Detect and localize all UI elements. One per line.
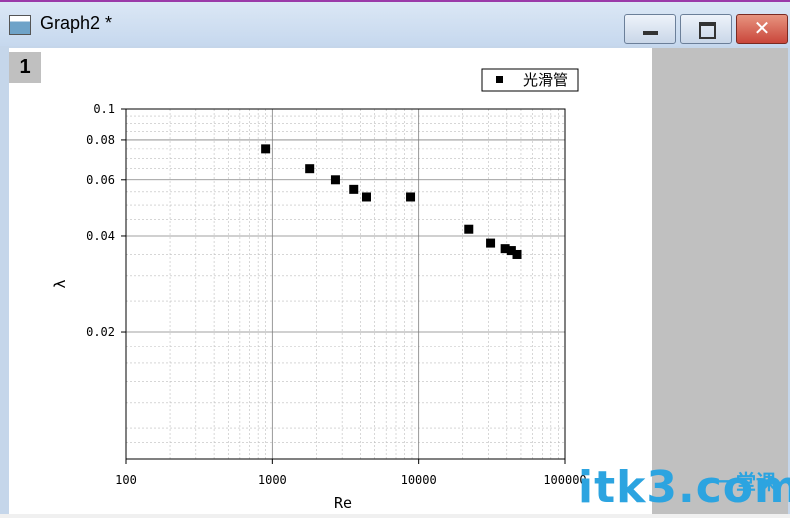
maximize-button[interactable] — [680, 14, 732, 44]
watermark-cn-text: 一堂课 — [716, 470, 776, 494]
y-tick-label: 0.08 — [86, 133, 115, 147]
x-tick-label: 100 — [115, 473, 137, 487]
data-point — [512, 249, 522, 259]
data-point — [261, 144, 271, 154]
close-icon: ✕ — [753, 16, 771, 40]
plot-frame — [125, 108, 566, 460]
graph-window: Graph2 * ✕ 100 1000 10000 100000 0.02 0.04 0.… — [0, 0, 790, 514]
y-tick-label: 0.1 — [93, 102, 115, 116]
minimize-button[interactable] — [624, 14, 676, 44]
scatter-chart[interactable]: 100 1000 10000 100000 0.020.040.060.080.1 R… — [9, 48, 652, 514]
legend[interactable]: 光滑管 — [481, 68, 579, 92]
x-axis-label: Re — [334, 494, 352, 512]
close-button[interactable]: ✕ — [736, 14, 788, 44]
y-axis-ticks: 0.02 0.04 0.06 0.08 0.1 — [86, 102, 126, 339]
graph-page[interactable]: 100 1000 10000 100000 0.02 0.04 0.06 0.08 0.1 R… — [9, 48, 652, 514]
x-tick-label: 10000 — [401, 473, 437, 487]
x-axis-ticks: 100 1000 10000 100000 — [115, 459, 587, 487]
x-tick-label: 1000 — [258, 473, 287, 487]
y-tick-label: 0.06 — [86, 173, 115, 187]
layer-tab[interactable]: 1 — [9, 52, 41, 83]
y-axis-label: λ — [51, 279, 69, 288]
y-tick-label: 0.04 — [86, 229, 115, 243]
data-point — [486, 238, 496, 248]
data-points — [261, 144, 522, 259]
legend-label: 光滑管 — [523, 71, 568, 89]
title-bar[interactable]: Graph2 * ✕ — [0, 0, 790, 46]
workspace-background — [652, 48, 788, 514]
data-point — [464, 224, 474, 234]
major-grid — [125, 108, 566, 459]
y-tick-label: 0.02 — [86, 325, 115, 339]
data-point — [305, 164, 315, 174]
origin-graph-icon[interactable] — [9, 15, 31, 35]
minor-grid — [126, 109, 565, 460]
data-point — [349, 184, 359, 194]
data-point — [406, 192, 416, 202]
legend-marker-square — [496, 76, 503, 83]
data-point — [330, 175, 340, 185]
window-title: Graph2 * — [40, 13, 113, 33]
data-point — [361, 192, 371, 202]
